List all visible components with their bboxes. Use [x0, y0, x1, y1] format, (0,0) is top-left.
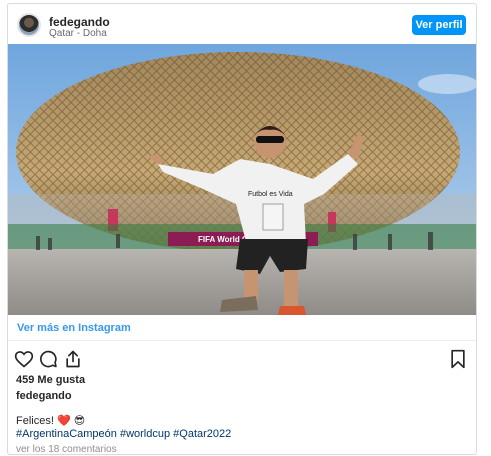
caption-emojis: ❤️ 😎	[56, 415, 86, 427]
post-author[interactable]: fedegando	[16, 390, 72, 402]
hashtag-link[interactable]: #Qatar2022	[173, 428, 231, 440]
action-bar	[8, 347, 476, 371]
comment-icon[interactable]	[38, 349, 58, 369]
post-header: fedegando Qatar - Doha Ver perfil	[8, 4, 476, 44]
shirt-text: Futbol es Vida	[248, 191, 293, 198]
view-comments-link[interactable]: ver los 18 comentarios	[16, 444, 117, 455]
caption-text: Felices!	[16, 415, 54, 427]
likes-count[interactable]: 459 Me gusta	[16, 374, 85, 386]
hashtags: #ArgentinaCampeón #worldcup #Qatar2022	[16, 428, 231, 440]
view-profile-button[interactable]: Ver perfil	[412, 15, 466, 35]
divider	[8, 340, 476, 341]
caption: Felices! ❤️ 😎	[16, 414, 85, 427]
hashtag-link[interactable]: #worldcup	[120, 428, 170, 440]
bookmark-icon[interactable]	[448, 349, 468, 369]
view-more-instagram-link[interactable]: Ver más en Instagram	[17, 322, 131, 334]
instagram-embed-card: fedegando Qatar - Doha Ver perfil FIFA W…	[7, 3, 477, 455]
avatar[interactable]	[17, 13, 41, 37]
username[interactable]: fedegando	[49, 15, 110, 29]
hashtag-link[interactable]: #ArgentinaCampeón	[16, 428, 117, 440]
stadium-photo-image: FIFA World Cup Futbol es Vida	[8, 44, 476, 315]
share-icon[interactable]	[63, 349, 83, 369]
heart-icon[interactable]	[14, 349, 34, 369]
location[interactable]: Qatar - Doha	[49, 28, 107, 39]
post-photo[interactable]: FIFA World Cup Futbol es Vida	[8, 44, 476, 315]
